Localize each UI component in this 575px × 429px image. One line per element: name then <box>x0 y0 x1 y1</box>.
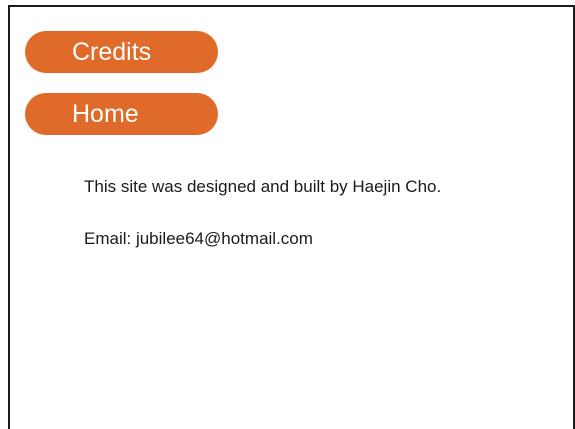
email-text: Email: jubilee64@hotmail.com <box>84 229 313 248</box>
credits-button[interactable]: Credits <box>25 31 218 73</box>
home-button[interactable]: Home <box>25 93 218 135</box>
credit-text: This site was designed and built by Haej… <box>84 177 442 196</box>
page-frame: Credits Home This site was designed and … <box>8 5 575 429</box>
